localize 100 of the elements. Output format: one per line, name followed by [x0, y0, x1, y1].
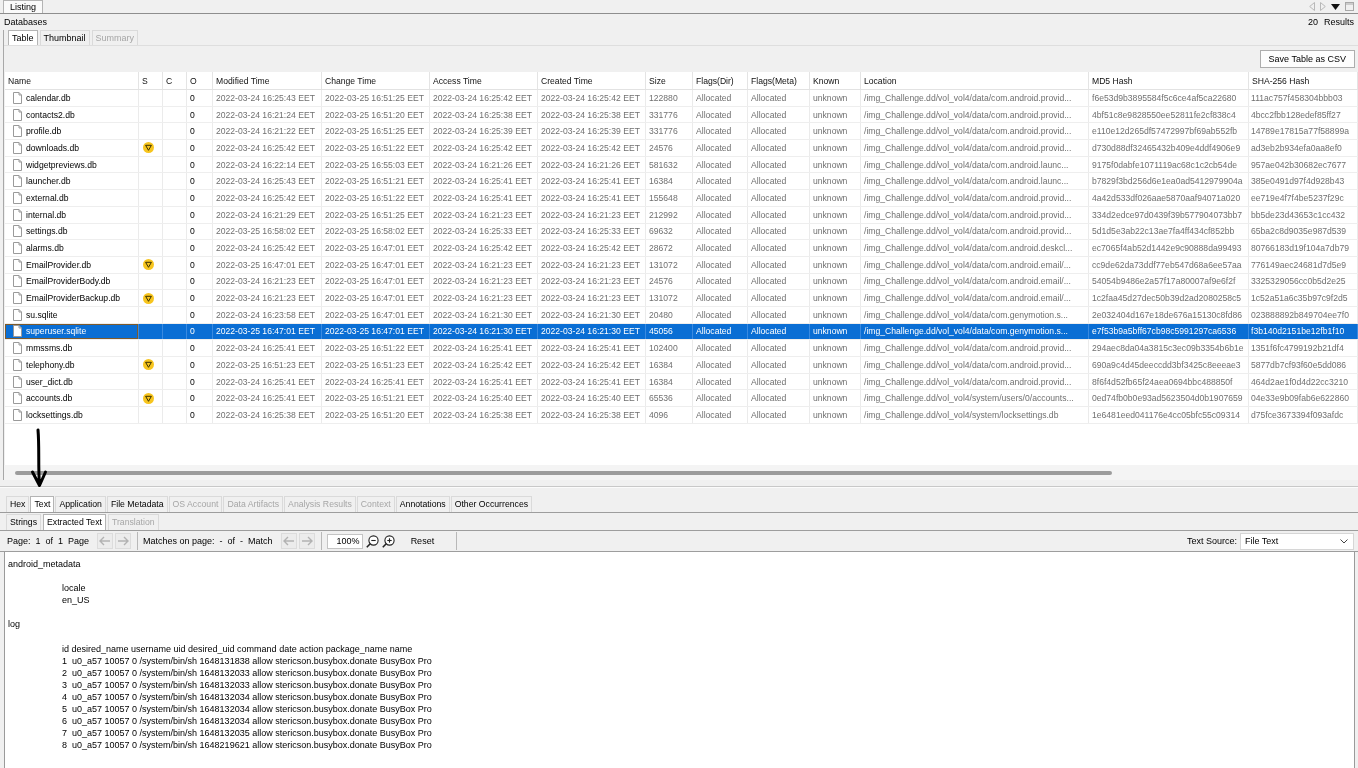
- table-cell: 0: [187, 373, 213, 390]
- dropdown-arrow-icon[interactable]: [1331, 3, 1340, 10]
- viewer-tab[interactable]: Other Occurrences: [450, 496, 533, 512]
- left-triangle-icon[interactable]: [1309, 2, 1315, 11]
- table-cell: 2022-03-24 16:21:23 EET: [430, 273, 538, 290]
- file-name: settings.db: [26, 226, 68, 237]
- table-row[interactable]: [5, 190, 1358, 207]
- text-view-tab[interactable]: Strings: [6, 514, 42, 530]
- reset-button[interactable]: Reset: [408, 536, 437, 546]
- table-cell: 80766183d19f104a7db79: [1249, 240, 1358, 256]
- zoom-out-icon[interactable]: [365, 534, 379, 548]
- table-cell: 2022-03-25 16:47:01 EET: [322, 323, 430, 340]
- zoom-field[interactable]: 100%: [326, 533, 363, 549]
- table-row[interactable]: [5, 90, 1358, 107]
- table-row[interactable]: [5, 290, 1358, 307]
- table-row[interactable]: [5, 306, 1358, 324]
- column-header[interactable]: Change Time: [322, 72, 430, 89]
- table-cell: Allocated: [693, 90, 748, 106]
- down-arrow-icon: [29, 427, 49, 489]
- table-row[interactable]: [5, 173, 1358, 191]
- table-cell: 2022-03-25 16:51:21 EET: [322, 390, 430, 407]
- table-cell: 334d2edce97d0439f39b577904073bb7: [1089, 206, 1249, 223]
- save-csv-button[interactable]: Save Table as CSV: [1259, 50, 1355, 68]
- column-header[interactable]: Access Time: [430, 72, 538, 89]
- zoom-in-icon[interactable]: [381, 534, 395, 548]
- table-cell: 4bf51c8e9828550ee52811fe2cf838c4: [1089, 106, 1249, 123]
- maximize-icon[interactable]: [1345, 2, 1354, 11]
- table-cell: 20480: [646, 306, 693, 323]
- scrollbar-thumb[interactable]: [15, 470, 1112, 475]
- table-cell: 2022-03-25 16:51:23 EET: [213, 357, 322, 373]
- column-header[interactable]: C: [163, 72, 187, 89]
- table-cell: 2022-03-25 16:47:01 EET: [322, 273, 430, 290]
- table-cell: unknown: [810, 373, 861, 390]
- table-row[interactable]: [5, 106, 1358, 124]
- table-cell: 0: [187, 123, 213, 140]
- view-mode-tab[interactable]: Table: [8, 30, 38, 45]
- table-cell: Allocated: [748, 223, 810, 240]
- text-source-dropdown[interactable]: File Text: [1240, 532, 1354, 550]
- text-view-tab[interactable]: Extracted Text: [43, 514, 106, 530]
- text-line: 1 u0_a57 10057 0 /system/bin/sh 1648131838 allow stericson.busybox.donate BusyBox Pro: [62, 654, 432, 667]
- table-row[interactable]: [5, 156, 1358, 174]
- file-icon: [13, 408, 22, 421]
- table-cell: 0: [187, 190, 213, 206]
- table-cell: Allocated: [693, 223, 748, 240]
- table-row[interactable]: [5, 357, 1358, 374]
- view-mode-tab[interactable]: Thumbnail: [39, 30, 90, 45]
- viewer-tab[interactable]: Application: [55, 496, 106, 512]
- table-cell: 2022-03-24 16:21:23 EET: [538, 273, 646, 290]
- file-name: profile.db: [26, 126, 62, 137]
- table-cell: 2022-03-25 16:47:01 EET: [322, 290, 430, 306]
- table-cell: 2022-03-24 16:21:23 EET: [538, 290, 646, 306]
- column-header[interactable]: O: [187, 72, 213, 89]
- chevron-down-icon: [1340, 538, 1348, 544]
- column-header[interactable]: Modified Time: [213, 72, 322, 89]
- column-header[interactable]: Flags(Meta): [748, 72, 810, 89]
- table-row[interactable]: [5, 256, 1358, 274]
- viewer-tab[interactable]: Annotations: [395, 496, 450, 512]
- table-cell: Allocated: [748, 206, 810, 223]
- column-header[interactable]: S: [139, 72, 163, 89]
- viewer-tab[interactable]: File Metadata: [106, 496, 168, 512]
- table-cell: /img_Challenge.dd/vol_vol4/data/com.genymotion.s...: [861, 323, 1089, 340]
- column-header[interactable]: Flags(Dir): [693, 72, 748, 89]
- table-row[interactable]: [5, 273, 1358, 291]
- table-row[interactable]: [5, 140, 1358, 157]
- table-row[interactable]: [5, 223, 1358, 241]
- table-cell: 2022-03-25 16:58:02 EET: [322, 223, 430, 240]
- table-cell: /img_Challenge.dd/vol_vol4/data/com.android.email/...: [861, 273, 1089, 290]
- table-cell: 1351f6fc4799192b21df4: [1249, 340, 1358, 356]
- column-header[interactable]: Known: [810, 72, 861, 89]
- table-row[interactable]: [5, 407, 1358, 424]
- table-cell: 111ac757f458304bbb03: [1249, 90, 1358, 106]
- table-cell: Allocated: [748, 173, 810, 190]
- column-header[interactable]: Size: [646, 72, 693, 89]
- table-cell: /img_Challenge.dd/vol_vol4/data/com.android.launc...: [861, 173, 1089, 190]
- table-cell: 2022-03-24 16:25:42 EET: [538, 140, 646, 156]
- column-header[interactable]: Name: [5, 72, 139, 89]
- table-cell: 2022-03-24 16:25:41 EET: [213, 340, 322, 356]
- table-cell: 2022-03-24 16:25:42 EET: [430, 90, 538, 106]
- viewer-tab[interactable]: Hex: [6, 496, 30, 512]
- table-row[interactable]: [5, 123, 1358, 141]
- table-row[interactable]: [5, 373, 1358, 391]
- file-icon: [13, 108, 22, 121]
- result-count: 20: [1307, 17, 1318, 27]
- table-cell: 16384: [646, 373, 693, 390]
- column-header[interactable]: Created Time: [538, 72, 646, 89]
- viewer-tab[interactable]: Text: [30, 496, 55, 512]
- table-cell: 0: [187, 323, 213, 340]
- table-cell: Allocated: [748, 306, 810, 323]
- table-cell: unknown: [810, 223, 861, 240]
- panel-tab[interactable]: Listing: [3, 0, 43, 13]
- table-row[interactable]: [5, 240, 1358, 257]
- table-row[interactable]: [5, 340, 1358, 357]
- table-cell: 2022-03-24 16:25:41 EET: [538, 190, 646, 206]
- table-row[interactable]: [5, 390, 1358, 408]
- column-header[interactable]: MD5 Hash: [1089, 72, 1249, 89]
- column-header[interactable]: Location: [861, 72, 1089, 89]
- table-row[interactable]: [5, 206, 1358, 224]
- right-triangle-icon[interactable]: [1320, 2, 1326, 11]
- column-header[interactable]: SHA-256 Hash: [1249, 72, 1358, 89]
- table-cell: cc9de62da73ddf77eb547d68a6ee57aa: [1089, 256, 1249, 273]
